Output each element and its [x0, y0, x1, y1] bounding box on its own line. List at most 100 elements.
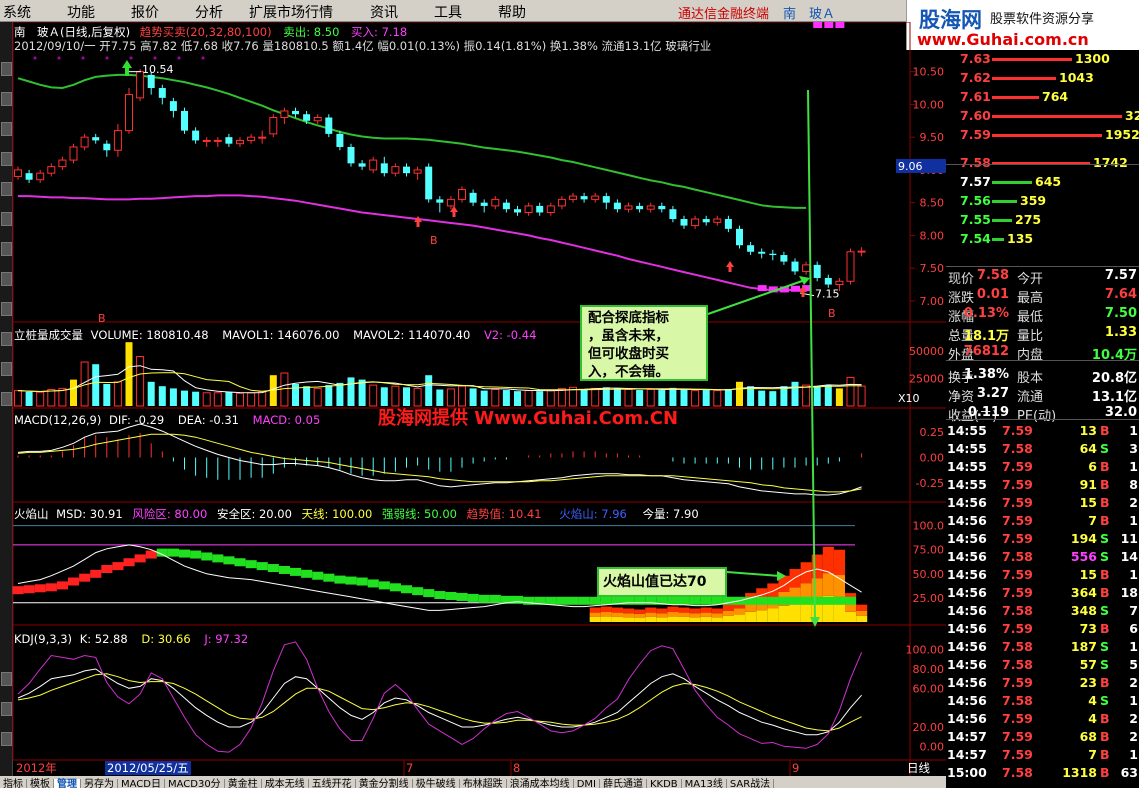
menu-system[interactable]: 系统: [3, 2, 31, 22]
menu-news[interactable]: 资讯: [370, 2, 398, 22]
indicator-tab[interactable]: 浪涌成本均线: [507, 779, 574, 788]
indicator-tab[interactable]: 指标: [0, 779, 27, 788]
tick-volume: 1318: [1062, 765, 1097, 780]
order-book-row[interactable]: 7.57 645: [946, 173, 1139, 192]
candle-body: [469, 192, 477, 203]
chart-area[interactable]: 10.5010.009.509.008.508.007.507.009.0610…: [0, 22, 946, 776]
order-book-row[interactable]: 7.62 1043: [946, 69, 1139, 88]
volume-scale-label: X10: [898, 392, 920, 405]
order-volume: 1300: [1075, 51, 1110, 66]
volume-axis-label: 50000: [909, 345, 944, 358]
indicator-tab[interactable]: 黄金柱: [225, 779, 262, 788]
trend-band: [334, 575, 346, 584]
fire-header: 火焰山 MSD: 30.91 风险区: 80.00 安全区: 20.00 天线:…: [14, 507, 699, 521]
j-line: [17, 641, 863, 753]
candle-body: [58, 159, 67, 168]
order-book-row[interactable]: 7.60 3270: [946, 107, 1139, 126]
order-book-row[interactable]: 7.55 275: [946, 211, 1139, 230]
menu-quote[interactable]: 报价: [131, 2, 159, 22]
candle-body: [80, 136, 89, 148]
volume-bar: [280, 372, 289, 407]
indicator-tab[interactable]: 极牛破线: [413, 779, 460, 788]
tick-row: 14:55 7.59 13 B 1: [946, 422, 1139, 440]
menu-function[interactable]: 功能: [67, 2, 95, 22]
indicator-tab[interactable]: MA13线: [682, 779, 727, 788]
candle-body: [25, 173, 33, 180]
j-value: J: 97.32: [204, 632, 249, 646]
buy-value: 买入: 7.18: [351, 25, 408, 39]
indicator-tab[interactable]: 黄金分割线: [356, 779, 413, 788]
order-book-row[interactable]: 7.61 764: [946, 88, 1139, 107]
order-book-row[interactable]: 7.59 1952: [946, 126, 1139, 145]
volume-bar: [192, 391, 200, 406]
indicator-tab[interactable]: SAR战法: [727, 779, 775, 788]
candle-body: [736, 228, 743, 246]
candle-body: [680, 219, 688, 226]
indicator-tab[interactable]: MACD日: [118, 779, 165, 788]
kdj-header: KDJ(9,3,3) K: 52.88 D: 30.66 J: 97.32: [14, 632, 248, 646]
candle-body: [536, 205, 544, 213]
order-book-row[interactable]: 7.56 359: [946, 192, 1139, 211]
tick-direction: S: [1100, 531, 1110, 546]
indicator-tab[interactable]: 管理: [54, 779, 81, 788]
main-axis-label: 9.50: [920, 131, 945, 144]
chart-canvas[interactable]: 10.5010.009.509.008.508.007.507.009.0610…: [0, 22, 946, 776]
indicator-tab[interactable]: 成本无线: [262, 779, 309, 788]
k-line: [17, 668, 862, 736]
order-price: 7.56: [960, 193, 991, 208]
order-book-row[interactable]: 7.63 1300: [946, 50, 1139, 69]
order-book-row[interactable]: 7.54 135: [946, 230, 1139, 249]
candle-body: [557, 198, 566, 207]
quote-label: 涨跌: [948, 291, 975, 306]
indicator-tab[interactable]: 薛氏通道: [600, 779, 647, 788]
tick-price: 7.59: [1002, 585, 1033, 600]
order-price: 7.62: [960, 70, 991, 85]
volume-bar: [813, 386, 821, 406]
volume-bar: [47, 389, 56, 407]
trend-band: [545, 596, 557, 605]
trend-band: [190, 550, 202, 559]
order-volume: 764: [1042, 89, 1069, 104]
indicator-tab[interactable]: DMI: [574, 779, 600, 788]
fire-bar: [789, 569, 801, 588]
main-axis-label: 10.00: [913, 98, 945, 111]
trend-band: [401, 585, 413, 594]
candle-body: [758, 251, 766, 254]
tick-price: 7.59: [1002, 531, 1033, 546]
order-volume-bar: [992, 96, 1039, 99]
indicator-tab[interactable]: 五线开花: [309, 779, 356, 788]
indicator-tab[interactable]: 模板: [27, 779, 54, 788]
candle-body: [546, 205, 555, 213]
tick-direction: B: [1100, 567, 1110, 582]
indicator-tab[interactable]: 布林超跌: [460, 779, 507, 788]
tick-row: 14:56 7.59 194 S 11: [946, 530, 1139, 548]
candle-body: [181, 110, 188, 131]
tick-row: 14:57 7.59 68 B 2: [946, 728, 1139, 746]
fire-bar: [700, 607, 712, 613]
fire-bar: [700, 612, 712, 617]
trend-band: [68, 577, 80, 586]
macd-title: MACD(12,26,9): [14, 413, 102, 427]
tick-direction: B: [1100, 711, 1110, 726]
menu-tools[interactable]: 工具: [434, 2, 462, 22]
menu-analysis[interactable]: 分析: [195, 2, 223, 22]
quote-row: 净资 3.27 流通 13.1亿: [946, 385, 1139, 405]
trend-band: [267, 564, 279, 573]
trend-band: [356, 577, 368, 586]
indicator-tab[interactable]: KKDB: [647, 779, 682, 788]
menu-help[interactable]: 帮助: [498, 2, 526, 22]
fire-bar: [822, 573, 834, 596]
candle-body: [636, 205, 644, 210]
order-book: 7.6313007.6210437.617647.6032707.591952 7…: [946, 50, 1139, 268]
tick-price: 7.59: [1002, 747, 1033, 762]
tick-direction: S: [1100, 441, 1110, 456]
quote-row: 收益(二) 0.119 PE(动) 32.0: [946, 404, 1139, 424]
order-volume-bar: [992, 219, 1012, 222]
period-label[interactable]: 日线: [907, 761, 930, 775]
fire-bar: [689, 608, 701, 614]
indicator-tab[interactable]: MACD30分: [165, 779, 225, 788]
candle-body: [92, 137, 100, 141]
menu-extended-market[interactable]: 扩展市场行情: [249, 2, 333, 22]
tick-volume: 15: [1079, 495, 1097, 510]
indicator-tab[interactable]: 另存为: [81, 779, 118, 788]
